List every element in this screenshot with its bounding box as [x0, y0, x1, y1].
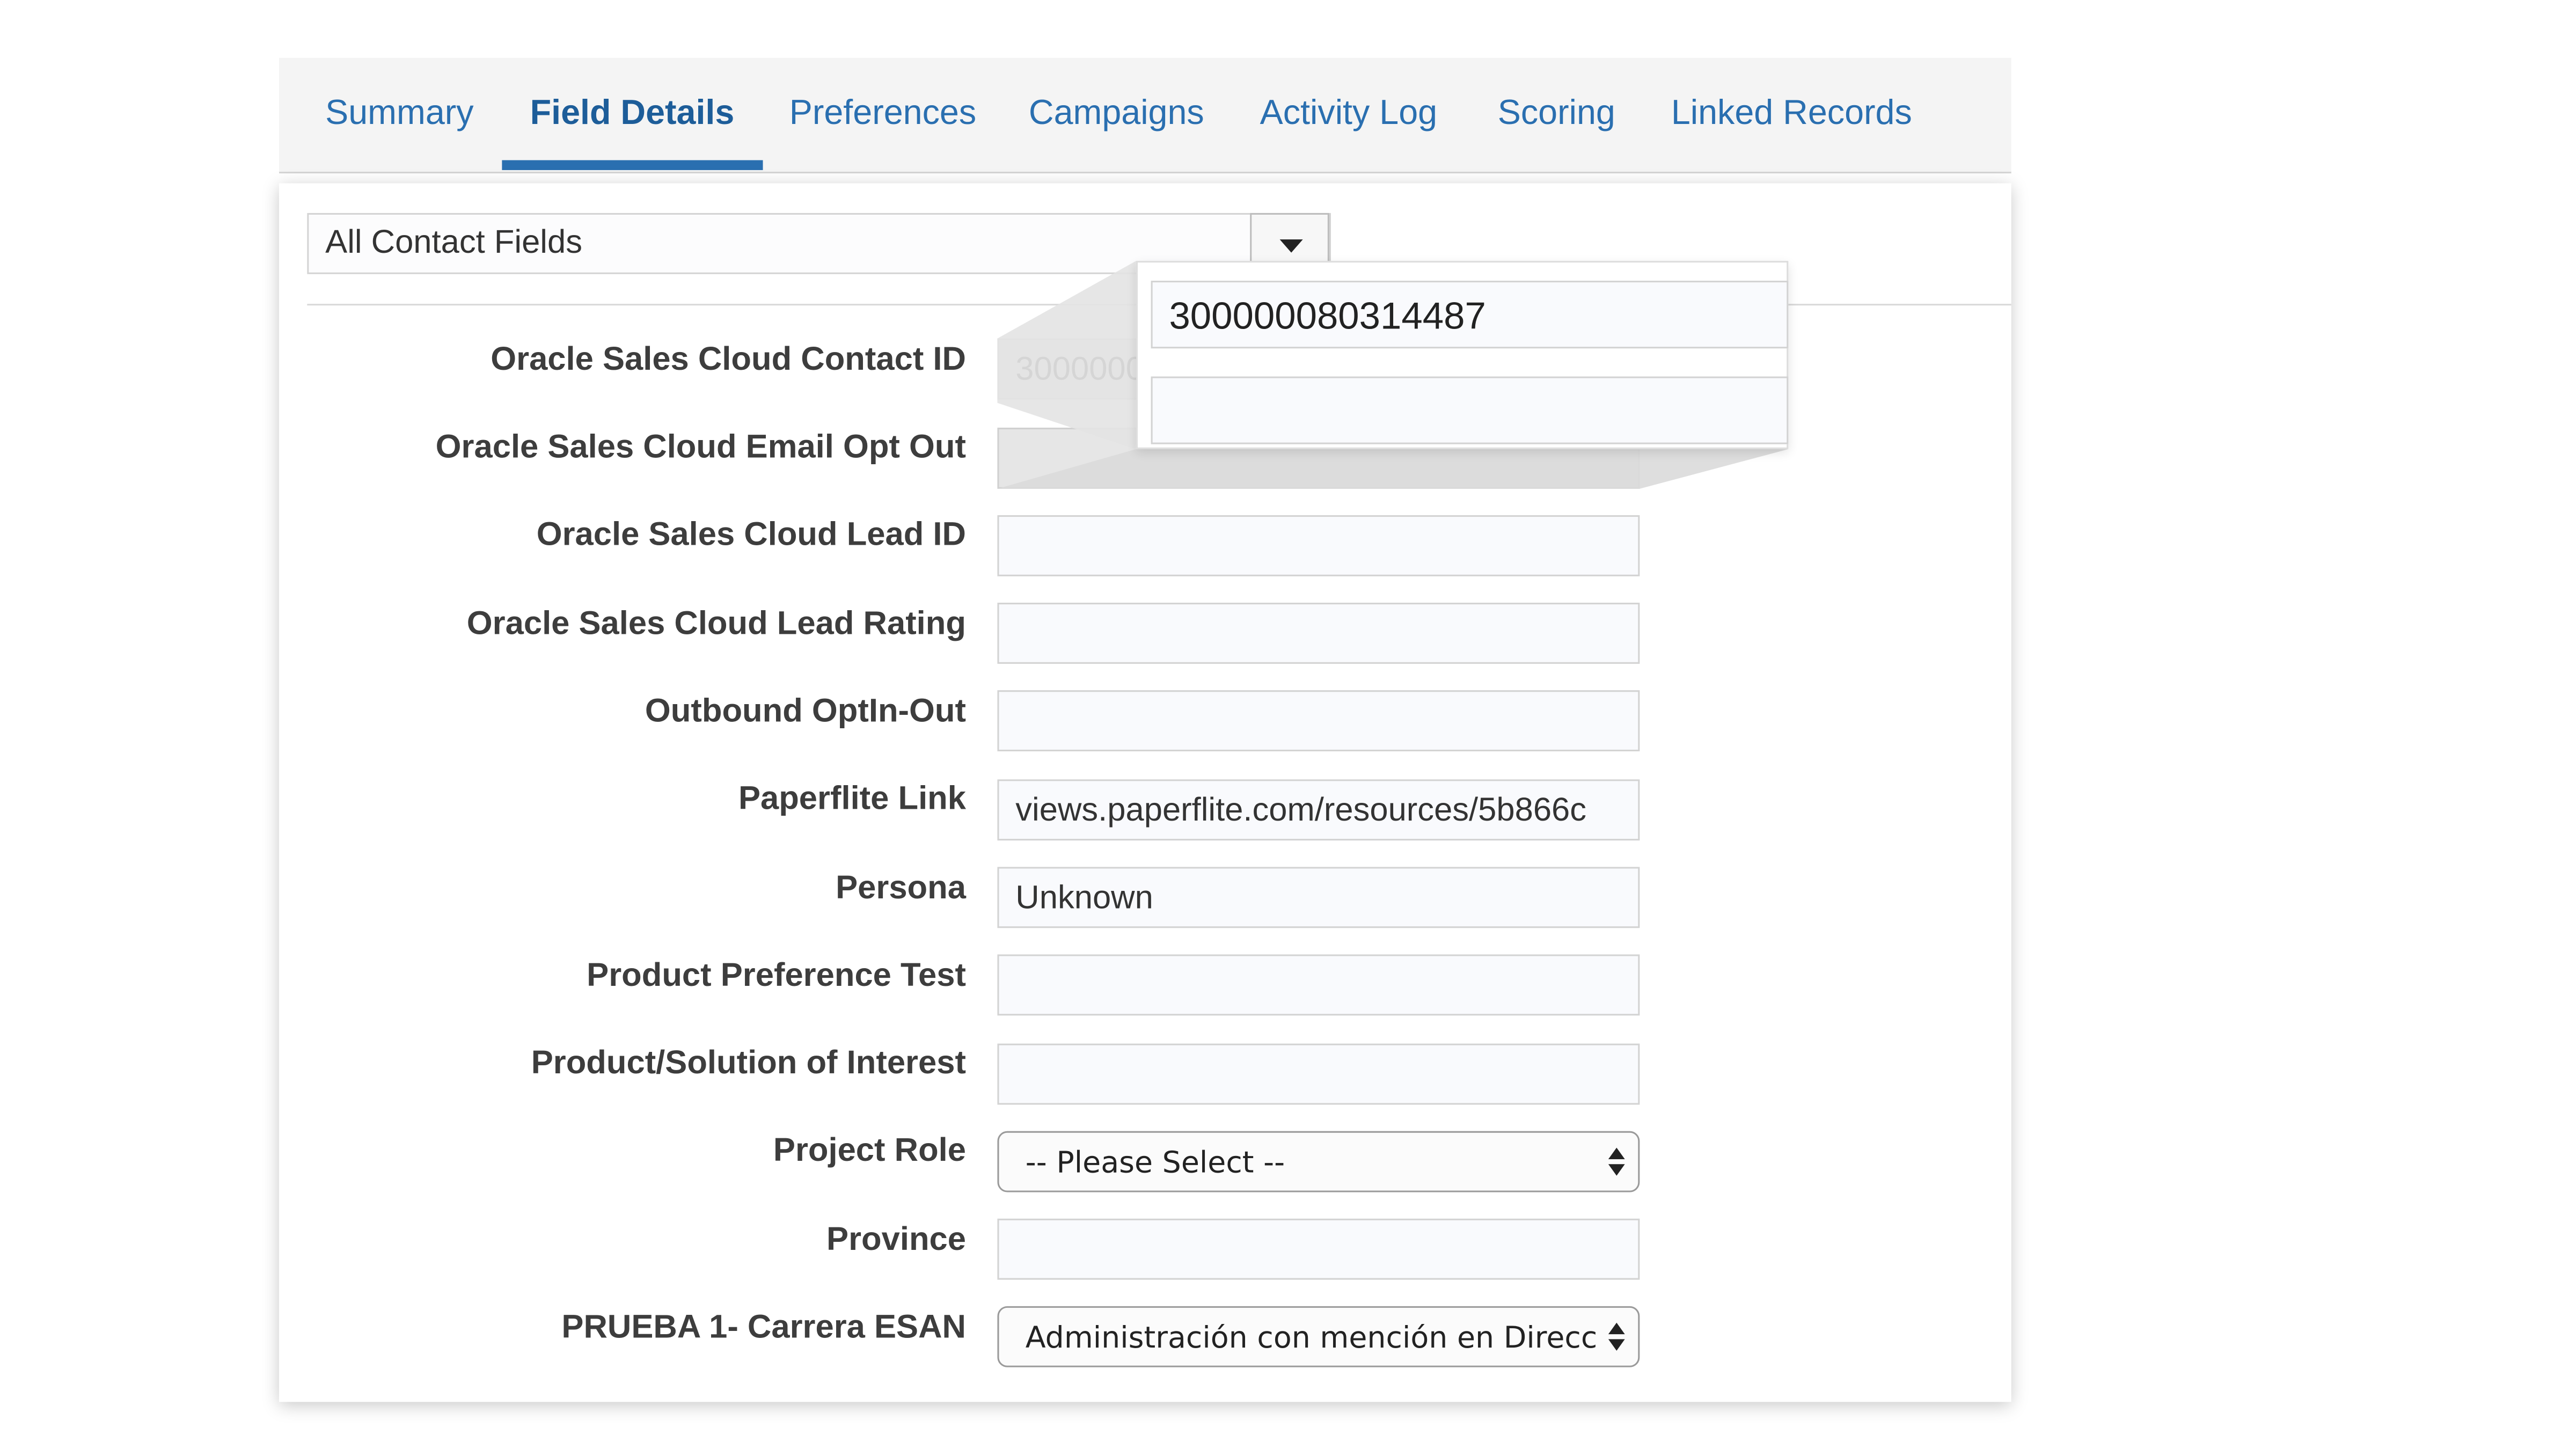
select-arrows-icon	[1608, 1322, 1625, 1352]
zoom-contact-id-value: 300000080314487	[1169, 294, 1486, 337]
label-oracle-email-opt-out: Oracle Sales Cloud Email Opt Out	[435, 429, 966, 466]
project-role-select[interactable]: -- Please Select --	[997, 1131, 1640, 1192]
project-role-value: -- Please Select --	[1025, 1146, 1285, 1181]
label-outbound-optin-out: Outbound OptIn-Out	[645, 693, 966, 730]
persona-value: Unknown	[1015, 880, 1153, 917]
caret-down-icon	[1279, 239, 1303, 253]
tab-scoring[interactable]: Scoring	[1498, 94, 1615, 170]
province-field[interactable]	[997, 1218, 1640, 1280]
label-oracle-lead-id: Oracle Sales Cloud Lead ID	[536, 517, 966, 553]
label-oracle-lead-rating: Oracle Sales Cloud Lead Rating	[466, 606, 966, 642]
tab-preferences[interactable]: Preferences	[789, 94, 976, 170]
oracle-lead-rating-field[interactable]	[997, 603, 1640, 664]
oracle-lead-id-field[interactable]	[997, 515, 1640, 576]
label-product-preference-test: Product Preference Test	[587, 957, 966, 994]
label-oracle-contact-id: Oracle Sales Cloud Contact ID	[491, 341, 966, 378]
label-project-role: Project Role	[773, 1132, 966, 1169]
tab-summary[interactable]: Summary	[325, 94, 473, 170]
carrera-esan-value: Administración con mención en Direcci	[1025, 1321, 1599, 1356]
label-product-solution-interest: Product/Solution of Interest	[531, 1045, 966, 1082]
tab-linked-records[interactable]: Linked Records	[1671, 94, 1912, 170]
app-frame: Summary Field Details Preferences Campai…	[0, 0, 2576, 1448]
zoom-contact-id-field: 300000080314487	[1151, 281, 1789, 349]
persona-field[interactable]: Unknown	[997, 867, 1640, 928]
paperflite-link-field[interactable]: views.paperflite.com/resources/5b866c	[997, 779, 1640, 841]
active-tab-indicator	[502, 160, 763, 170]
tab-field-details[interactable]: Field Details	[530, 94, 735, 170]
zoom-email-opt-out-field	[1151, 376, 1789, 444]
label-prueba-carrera-esan: PRUEBA 1- Carrera ESAN	[561, 1309, 966, 1346]
select-arrows-icon	[1608, 1147, 1625, 1177]
label-persona: Persona	[836, 870, 966, 907]
label-paperflite-link: Paperflite Link	[738, 781, 966, 818]
tab-activity-log[interactable]: Activity Log	[1260, 94, 1437, 170]
outbound-optin-out-field[interactable]	[997, 690, 1640, 751]
product-solution-interest-field[interactable]	[997, 1043, 1640, 1105]
tab-campaigns[interactable]: Campaigns	[1029, 94, 1204, 170]
paperflite-link-value: views.paperflite.com/resources/5b866c	[1015, 792, 1587, 829]
carrera-esan-select[interactable]: Administración con mención en Direcci	[997, 1306, 1640, 1367]
label-province: Province	[826, 1221, 966, 1258]
zoom-callout: 300000080314487	[1136, 261, 1789, 449]
product-preference-test-field[interactable]	[997, 954, 1640, 1016]
field-filter-value: All Contact Fields	[325, 224, 582, 261]
